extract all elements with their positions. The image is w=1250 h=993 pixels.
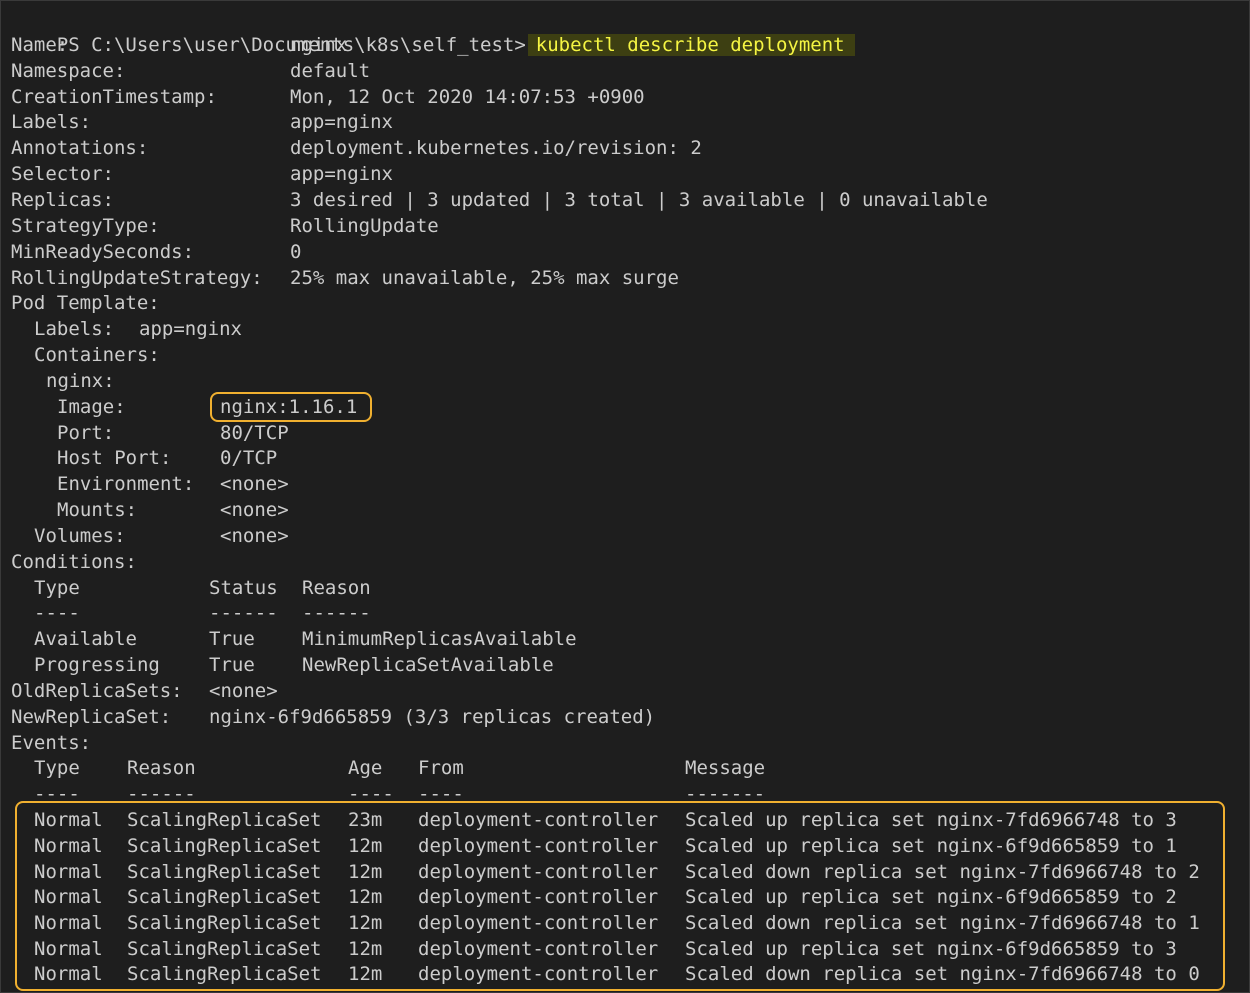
column-header: Type bbox=[34, 757, 80, 779]
events-heading: Events: bbox=[11, 732, 92, 754]
condition-reason: MinimumReplicasAvailable bbox=[302, 628, 577, 650]
field-key: Namespace: bbox=[11, 60, 126, 82]
column-divider: ---- bbox=[34, 602, 80, 624]
field-key: RollingUpdateStrategy: bbox=[11, 267, 263, 289]
prompt-line: PS C:\Users\user\Documents\k8s\self_test… bbox=[11, 6, 855, 84]
host-port-key: Host Port: bbox=[57, 447, 172, 469]
field-value: 3 desired | 3 updated | 3 total | 3 avai… bbox=[290, 189, 988, 211]
condition-status: True bbox=[209, 628, 255, 650]
containers-label: Containers: bbox=[34, 344, 160, 366]
field-key: Labels: bbox=[11, 111, 92, 133]
column-divider: ------ bbox=[302, 602, 371, 624]
condition-status: True bbox=[209, 654, 255, 676]
mounts-key: Mounts: bbox=[57, 499, 138, 521]
column-header: Age bbox=[348, 757, 383, 779]
volumes-value: <none> bbox=[220, 525, 289, 547]
old-replicasets-value: <none> bbox=[209, 680, 278, 702]
field-value: default bbox=[290, 60, 371, 82]
field-key: Annotations: bbox=[11, 137, 149, 159]
conditions-heading: Conditions: bbox=[11, 551, 137, 573]
field-key: CreationTimestamp: bbox=[11, 86, 217, 108]
field-value: nginx bbox=[290, 34, 348, 56]
field-key: Name: bbox=[11, 34, 69, 56]
terminal-window[interactable]: PS C:\Users\user\Documents\k8s\self_test… bbox=[0, 0, 1250, 993]
port-key: Port: bbox=[57, 422, 115, 444]
pod-template-heading: Pod Template: bbox=[11, 292, 160, 314]
pod-labels-value: app=nginx bbox=[139, 318, 242, 340]
column-divider: ------ bbox=[209, 602, 278, 624]
field-key: MinReadySeconds: bbox=[11, 241, 195, 263]
field-key: StrategyType: bbox=[11, 215, 160, 237]
field-value: RollingUpdate bbox=[290, 215, 439, 237]
field-key: Replicas: bbox=[11, 189, 114, 211]
field-value: 0 bbox=[290, 241, 302, 263]
image-highlight-box bbox=[210, 392, 372, 422]
field-value: app=nginx bbox=[290, 163, 393, 185]
condition-type: Available bbox=[34, 628, 137, 650]
host-port-value: 0/TCP bbox=[220, 447, 278, 469]
mounts-value: <none> bbox=[220, 499, 289, 521]
environment-value: <none> bbox=[220, 473, 289, 495]
field-value: app=nginx bbox=[290, 111, 393, 133]
field-value: 25% max unavailable, 25% max surge bbox=[290, 267, 679, 289]
column-header: Type bbox=[34, 577, 80, 599]
column-header: Reason bbox=[302, 577, 371, 599]
volumes-key: Volumes: bbox=[34, 525, 126, 547]
column-header: Message bbox=[685, 757, 766, 779]
field-key: Selector: bbox=[11, 163, 114, 185]
old-replicasets-key: OldReplicaSets: bbox=[11, 680, 183, 702]
environment-key: Environment: bbox=[57, 473, 195, 495]
events-highlight-box bbox=[15, 801, 1225, 991]
image-key: Image: bbox=[57, 396, 126, 418]
column-header: From bbox=[418, 757, 464, 779]
command-text[interactable]: kubectl describe deployment bbox=[527, 34, 855, 56]
condition-type: Progressing bbox=[34, 654, 160, 676]
field-value: deployment.kubernetes.io/revision: 2 bbox=[290, 137, 702, 159]
field-value: Mon, 12 Oct 2020 14:07:53 +0900 bbox=[290, 86, 645, 108]
new-replicaset-key: NewReplicaSet: bbox=[11, 706, 172, 728]
new-replicaset-value: nginx-6f9d665859 (3/3 replicas created) bbox=[209, 706, 656, 728]
column-header: Status bbox=[209, 577, 278, 599]
condition-reason: NewReplicaSetAvailable bbox=[302, 654, 554, 676]
column-header: Reason bbox=[127, 757, 196, 779]
pod-labels-key: Labels: bbox=[34, 318, 115, 340]
container-name: nginx: bbox=[46, 370, 115, 392]
port-value: 80/TCP bbox=[220, 422, 289, 444]
